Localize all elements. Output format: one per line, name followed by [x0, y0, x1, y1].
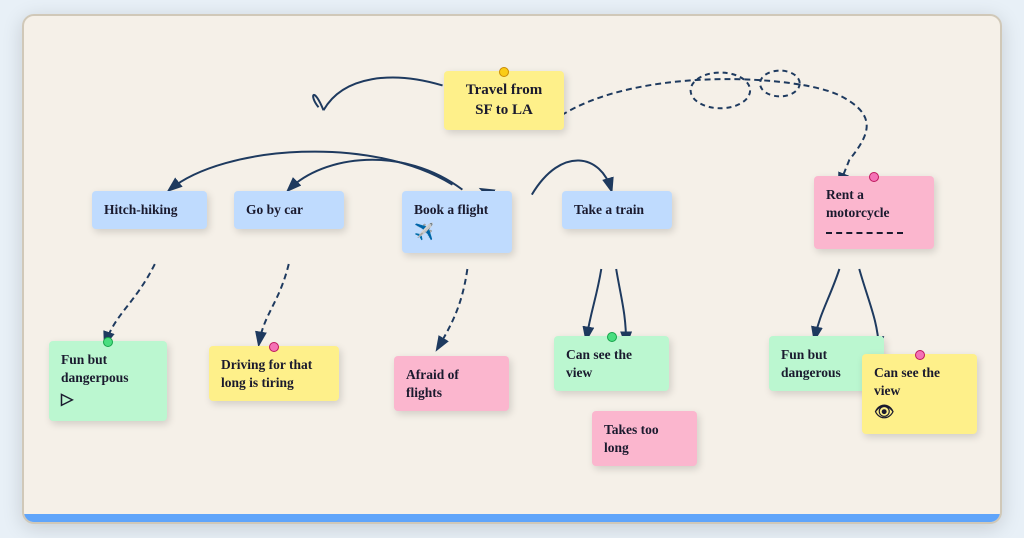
sticky-rent-motorcycle: Rent a motorcycle — [814, 176, 934, 249]
sticky-take-train-text: Take a train — [574, 202, 644, 217]
pin-central — [499, 67, 509, 77]
plane-icon: ✈️ — [414, 223, 500, 244]
pin-view-right — [915, 350, 925, 360]
sticky-driving-tiring-text: Driving for that long is tiring — [221, 357, 312, 390]
sticky-can-see-view-mid-text: Can see the view — [566, 347, 632, 380]
sticky-central: Travel from SF to LA — [444, 71, 564, 130]
triangle-icon: ▷ — [61, 390, 155, 411]
eye-icon: 👁 — [874, 403, 965, 424]
pin-view-mid — [607, 332, 617, 342]
sticky-driving-tiring: Driving for that long is tiring — [209, 346, 339, 401]
sticky-afraid-flights-text: Afraid of flights — [406, 367, 459, 400]
pin-fun-left — [103, 337, 113, 347]
sticky-afraid-flights: Afraid of flights — [394, 356, 509, 411]
sticky-hitch-hiking: Hitch-hiking — [92, 191, 207, 229]
sticky-go-by-car: Go by car — [234, 191, 344, 229]
sticky-rent-motorcycle-text: Rent a motorcycle — [826, 187, 889, 220]
sticky-go-by-car-text: Go by car — [246, 202, 303, 217]
sticky-book-flight-text: Book a flight — [414, 202, 488, 217]
bottom-bar — [24, 514, 1000, 522]
sticky-can-see-view-right: Can see the view 👁 — [862, 354, 977, 434]
sticky-fun-dangerous-left-text: Fun but dangerpous — [61, 352, 129, 385]
pin-motorcycle — [869, 172, 879, 182]
sticky-takes-too-long: Takes too long — [592, 411, 697, 466]
pin-driving — [269, 342, 279, 352]
sticky-fun-dangerous-left: Fun but dangerpous ▷ — [49, 341, 167, 421]
dashed-line-decoration — [826, 232, 903, 234]
sticky-takes-too-long-text: Takes too long — [604, 422, 659, 455]
sticky-can-see-view-right-text: Can see the view — [874, 365, 940, 398]
sticky-hitch-hiking-text: Hitch-hiking — [104, 202, 178, 217]
sticky-book-flight: Book a flight ✈️ — [402, 191, 512, 253]
sticky-fun-dangerous-right-text: Fun but dangerous — [781, 347, 841, 380]
sticky-can-see-view-mid: Can see the view — [554, 336, 669, 391]
sticky-central-text: Travel from SF to LA — [466, 82, 543, 118]
whiteboard: Travel from SF to LA Hitch-hiking Go by … — [22, 14, 1002, 524]
sticky-take-train: Take a train — [562, 191, 672, 229]
